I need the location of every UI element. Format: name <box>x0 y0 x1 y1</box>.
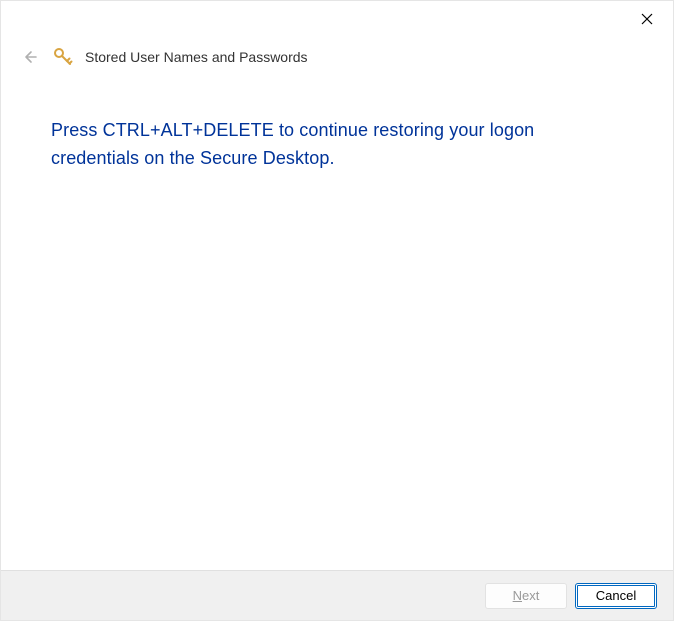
next-mnemonic: N <box>513 588 522 603</box>
content-area: Press CTRL+ALT+DELETE to continue restor… <box>1 89 673 201</box>
arrow-left-icon <box>20 48 38 66</box>
close-icon <box>641 13 653 25</box>
next-rest: ext <box>522 588 539 603</box>
key-icon <box>53 47 73 67</box>
next-button: Next <box>485 583 567 609</box>
close-button[interactable] <box>625 5 669 33</box>
back-button <box>17 45 41 69</box>
footer: Next Cancel <box>1 570 673 620</box>
titlebar <box>1 1 673 33</box>
instruction-text: Press CTRL+ALT+DELETE to continue restor… <box>51 117 623 173</box>
wizard-header: Stored User Names and Passwords <box>1 33 673 89</box>
cancel-button[interactable]: Cancel <box>575 583 657 609</box>
page-title: Stored User Names and Passwords <box>85 49 308 65</box>
